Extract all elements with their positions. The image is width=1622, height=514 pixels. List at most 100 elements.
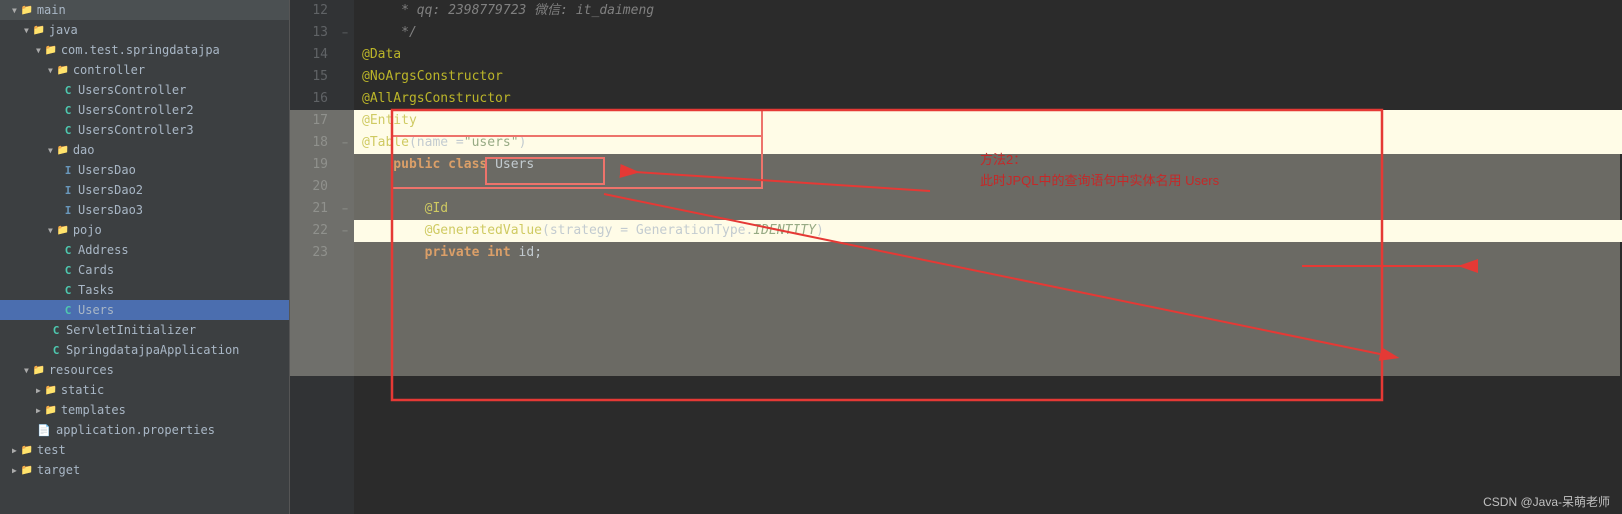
folder-icon: 📁 bbox=[43, 42, 59, 58]
code-line-17: @Entity bbox=[354, 110, 1622, 132]
tree-item-UsersController3[interactable]: C UsersController3 bbox=[0, 120, 289, 140]
code-line-23: private int id; bbox=[354, 242, 1622, 264]
tree-item-Address[interactable]: C Address bbox=[0, 240, 289, 260]
folder-icon: 📁 bbox=[31, 362, 47, 378]
interface-icon: I bbox=[60, 202, 76, 218]
tree-item-UsersController[interactable]: C UsersController bbox=[0, 80, 289, 100]
expand-icon: ▼ bbox=[36, 46, 41, 55]
code-line-20 bbox=[354, 176, 1622, 198]
folder-icon: 📁 bbox=[19, 442, 35, 458]
expand-icon: ▶ bbox=[12, 466, 17, 475]
class-icon: C bbox=[60, 302, 76, 318]
tree-item-Cards[interactable]: C Cards bbox=[0, 260, 289, 280]
folder-icon: 📁 bbox=[31, 22, 47, 38]
interface-icon: I bbox=[60, 162, 76, 178]
tree-item-static[interactable]: ▶ 📁 static bbox=[0, 380, 289, 400]
code-editor: 12 13 14 15 16 17 18 19 20 21 22 23 − − … bbox=[290, 0, 1622, 514]
tree-label: pojo bbox=[73, 223, 102, 237]
tree-label: UsersController bbox=[78, 83, 186, 97]
tree-item-test[interactable]: ▶ 📁 test bbox=[0, 440, 289, 460]
code-line-19: public class Users bbox=[354, 154, 1622, 176]
fold-column: − − − − bbox=[336, 0, 354, 514]
expand-icon: ▶ bbox=[36, 406, 41, 415]
code-line-22: @GeneratedValue(strategy = GenerationTyp… bbox=[354, 220, 1622, 242]
expand-icon: ▼ bbox=[24, 366, 29, 375]
code-content[interactable]: * qq: 2398779723 微信: it_daimeng */ @Data… bbox=[354, 0, 1622, 514]
class-icon: C bbox=[60, 82, 76, 98]
code-line-14: @Data bbox=[354, 44, 1622, 66]
tree-label: test bbox=[37, 443, 66, 457]
tree-label: UsersDao bbox=[78, 163, 136, 177]
tree-item-UsersDao[interactable]: I UsersDao bbox=[0, 160, 289, 180]
tree-label: application.properties bbox=[56, 423, 215, 437]
expand-icon: ▼ bbox=[48, 226, 53, 235]
tree-label: templates bbox=[61, 403, 126, 417]
watermark: CSDN @Java-呆萌老师 bbox=[1483, 493, 1610, 510]
code-line-21: @Id bbox=[354, 198, 1622, 220]
code-line-16: @AllArgsConstructor bbox=[354, 88, 1622, 110]
folder-icon: 📁 bbox=[55, 222, 71, 238]
tree-item-target[interactable]: ▶ 📁 target bbox=[0, 460, 289, 480]
expand-icon: ▶ bbox=[12, 446, 17, 455]
tree-label: UsersDao2 bbox=[78, 183, 143, 197]
class-icon: C bbox=[60, 262, 76, 278]
tree-label: target bbox=[37, 463, 80, 477]
folder-icon: 📁 bbox=[43, 382, 59, 398]
tree-item-Users[interactable]: C Users bbox=[0, 300, 289, 320]
expand-icon: ▼ bbox=[24, 26, 29, 35]
code-line-12: * qq: 2398779723 微信: it_daimeng bbox=[354, 0, 1622, 22]
folder-icon: 📁 bbox=[55, 62, 71, 78]
class-icon: C bbox=[48, 322, 64, 338]
tree-label: UsersDao3 bbox=[78, 203, 143, 217]
code-line-15: @NoArgsConstructor bbox=[354, 66, 1622, 88]
tree-item-Tasks[interactable]: C Tasks bbox=[0, 280, 289, 300]
tree-label: resources bbox=[49, 363, 114, 377]
interface-icon: I bbox=[60, 182, 76, 198]
tree-item-dao[interactable]: ▼ 📁 dao bbox=[0, 140, 289, 160]
tree-item-application-properties[interactable]: 📄 application.properties bbox=[0, 420, 289, 440]
tree-label: Tasks bbox=[78, 283, 114, 297]
tree-item-UsersDao2[interactable]: I UsersDao2 bbox=[0, 180, 289, 200]
class-icon: C bbox=[60, 282, 76, 298]
class-icon: C bbox=[60, 242, 76, 258]
tree-label: UsersController2 bbox=[78, 103, 194, 117]
expand-icon: ▶ bbox=[36, 386, 41, 395]
tree-label: Address bbox=[78, 243, 129, 257]
tree-label: com.test.springdatajpa bbox=[61, 43, 220, 57]
file-tree[interactable]: ▼ 📁 main ▼ 📁 java ▼ 📁 com.test.springdat… bbox=[0, 0, 290, 514]
tree-item-pojo[interactable]: ▼ 📁 pojo bbox=[0, 220, 289, 240]
tree-item-UsersDao3[interactable]: I UsersDao3 bbox=[0, 200, 289, 220]
tree-label: java bbox=[49, 23, 78, 37]
tree-label: main bbox=[37, 3, 66, 17]
expand-icon: ▼ bbox=[12, 6, 17, 15]
class-icon: C bbox=[60, 122, 76, 138]
tree-label: dao bbox=[73, 143, 95, 157]
line-numbers: 12 13 14 15 16 17 18 19 20 21 22 23 bbox=[290, 0, 336, 514]
tree-item-controller[interactable]: ▼ 📁 controller bbox=[0, 60, 289, 80]
tree-label: UsersController3 bbox=[78, 123, 194, 137]
folder-icon: 📁 bbox=[43, 402, 59, 418]
folder-icon: 📁 bbox=[55, 142, 71, 158]
tree-item-templates[interactable]: ▶ 📁 templates bbox=[0, 400, 289, 420]
code-line-18: @Table(name = "users") bbox=[354, 132, 1622, 154]
tree-item-SpringdatajpaApplication[interactable]: C SpringdatajpaApplication bbox=[0, 340, 289, 360]
folder-icon: 📁 bbox=[19, 2, 35, 18]
code-line-13: */ bbox=[354, 22, 1622, 44]
expand-icon: ▼ bbox=[48, 146, 53, 155]
tree-item-ServletInitializer[interactable]: C ServletInitializer bbox=[0, 320, 289, 340]
tree-item-main[interactable]: ▼ 📁 main bbox=[0, 0, 289, 20]
tree-label: static bbox=[61, 383, 104, 397]
tree-label: controller bbox=[73, 63, 145, 77]
tree-label: ServletInitializer bbox=[66, 323, 196, 337]
tree-label: SpringdatajpaApplication bbox=[66, 343, 239, 357]
tree-item-resources[interactable]: ▼ 📁 resources bbox=[0, 360, 289, 380]
class-icon: C bbox=[60, 102, 76, 118]
tree-item-java[interactable]: ▼ 📁 java bbox=[0, 20, 289, 40]
tree-item-UsersController2[interactable]: C UsersController2 bbox=[0, 100, 289, 120]
class-icon: C bbox=[48, 342, 64, 358]
tree-item-com[interactable]: ▼ 📁 com.test.springdatajpa bbox=[0, 40, 289, 60]
file-icon: 📄 bbox=[36, 422, 52, 438]
expand-icon: ▼ bbox=[48, 66, 53, 75]
tree-label: Cards bbox=[78, 263, 114, 277]
folder-icon: 📁 bbox=[19, 462, 35, 478]
